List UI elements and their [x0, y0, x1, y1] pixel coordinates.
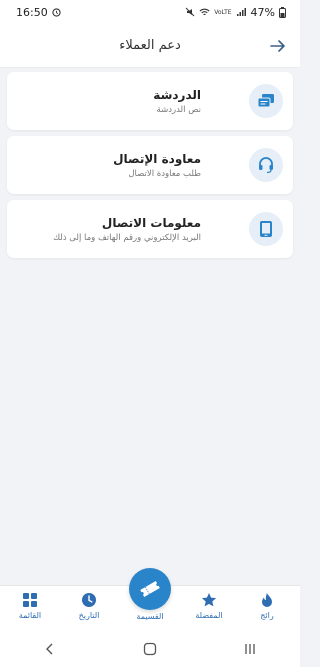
- battery-percent: 47%: [250, 5, 275, 19]
- status-right: VoLTE 47%: [185, 6, 286, 19]
- phone-icon: [249, 212, 283, 246]
- app-bar: دعم العملاء: [0, 24, 300, 68]
- callback-option[interactable]: معاودة الإتصال طلب معاودة الاتصال: [7, 136, 293, 194]
- recents-icon: [245, 644, 255, 654]
- chat-icon: [249, 84, 283, 118]
- alarm-icon: [52, 7, 61, 17]
- nav-item-trending[interactable]: رائج: [242, 592, 292, 620]
- mute-icon: [185, 7, 195, 17]
- page-title: دعم العملاء: [119, 38, 181, 53]
- system-nav-bar: [0, 631, 300, 667]
- nav-item-favorites[interactable]: المفضلة: [184, 592, 234, 620]
- status-bar: 16:50 VoLTE 47%: [0, 0, 300, 24]
- chat-option-title: الدردشة: [153, 87, 201, 102]
- coupon-button[interactable]: [129, 568, 171, 610]
- chevron-left-icon: [46, 643, 53, 655]
- nav-label-history: التاريخ: [78, 611, 100, 620]
- system-home-button[interactable]: [138, 637, 162, 661]
- headset-icon: [249, 148, 283, 182]
- status-left: 16:50: [16, 6, 61, 19]
- callback-option-text: معاودة الإتصال طلب معاودة الاتصال: [21, 152, 201, 179]
- chat-option[interactable]: الدردشة نص الدردشة: [7, 72, 293, 130]
- support-options-list: الدردشة نص الدردشة معاودة الإتصال طلب مع…: [7, 72, 293, 264]
- callback-option-title: معاودة الإتصال: [113, 151, 201, 166]
- system-back-button[interactable]: [38, 637, 62, 661]
- home-square-icon: [143, 642, 157, 656]
- chat-option-subtitle: نص الدردشة: [156, 104, 201, 115]
- status-time: 16:50: [16, 5, 48, 19]
- grid-icon: [23, 593, 37, 607]
- wifi-icon: [199, 8, 210, 16]
- nav-item-menu[interactable]: القائمة: [5, 592, 55, 620]
- contact-info-option-title: معلومات الاتصال: [101, 215, 201, 230]
- chat-option-text: الدردشة نص الدردشة: [21, 88, 201, 115]
- clock-icon: [82, 593, 96, 607]
- ticket-icon: [140, 581, 160, 597]
- nav-item-history[interactable]: التاريخ: [64, 592, 114, 620]
- star-icon: [201, 593, 217, 607]
- back-arrow-icon[interactable]: [268, 36, 288, 56]
- callback-option-subtitle: طلب معاودة الاتصال: [128, 168, 201, 179]
- contact-info-option-text: معلومات الاتصال البريد الإلكتروني ورقم ا…: [21, 216, 201, 243]
- contact-info-option[interactable]: معلومات الاتصال البريد الإلكتروني ورقم ا…: [7, 200, 293, 258]
- nav-label-trending: رائج: [260, 611, 274, 620]
- nav-label-coupon: القسيمة: [136, 612, 164, 621]
- contact-info-option-subtitle: البريد الإلكتروني ورقم الهاتف وما إلى ذل…: [53, 232, 201, 243]
- signal-icon: [236, 8, 246, 16]
- nav-label-favorites: المفضلة: [195, 611, 223, 620]
- nav-label-menu: القائمة: [18, 611, 42, 620]
- network-label: VoLTE: [214, 8, 232, 16]
- system-recents-button[interactable]: [238, 637, 262, 661]
- battery-icon: [279, 6, 286, 18]
- fire-icon: [262, 593, 272, 607]
